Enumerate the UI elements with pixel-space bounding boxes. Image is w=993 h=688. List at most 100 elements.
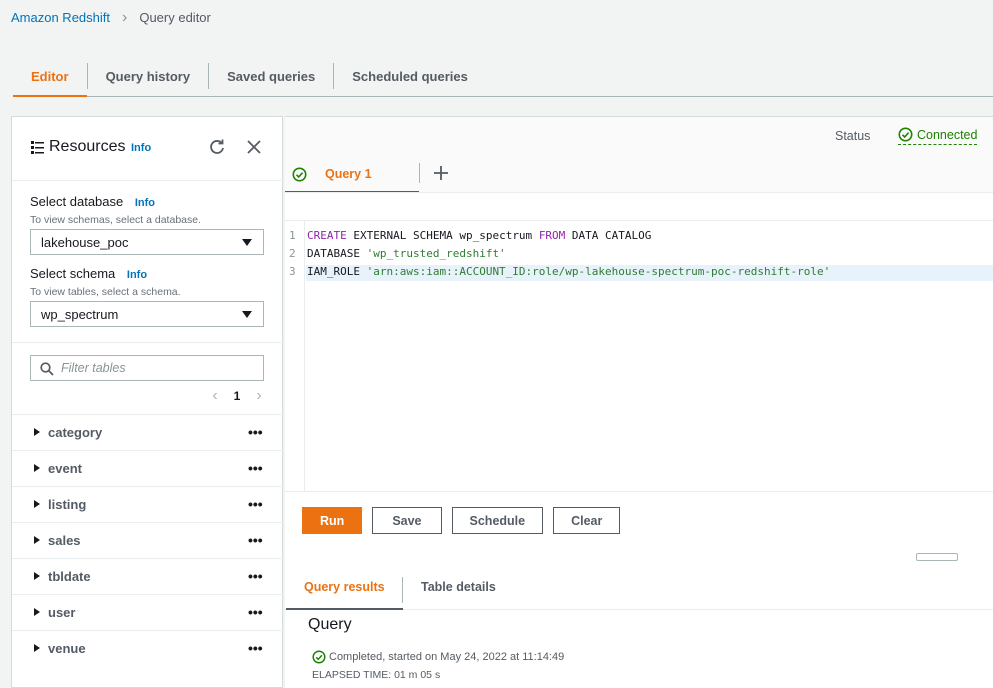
query-tabs: Query 1 [285, 155, 993, 193]
table-name: venue [48, 641, 86, 656]
caret-right-icon[interactable] [34, 644, 40, 652]
pagination: ‹ 1 › [208, 387, 278, 405]
clear-button[interactable]: Clear [553, 507, 621, 534]
list-icon [31, 141, 44, 154]
caret-right-icon[interactable] [34, 428, 40, 436]
caret-right-icon[interactable] [34, 536, 40, 544]
resources-header: Resources Info [12, 117, 284, 181]
caret-down-icon [242, 239, 252, 246]
more-options-icon[interactable]: ••• [248, 496, 263, 512]
result-title: Query [308, 616, 352, 633]
elapsed-time: ELAPSED TIME: 01 m 05 s [312, 669, 441, 681]
table-name: user [48, 605, 76, 620]
select-schema-label: Select schema Info [30, 266, 147, 281]
database-select-value: lakehouse_poc [41, 234, 129, 250]
table-item-event[interactable]: event ••• [12, 450, 284, 486]
schedule-button[interactable]: Schedule [451, 507, 544, 534]
tab-table-details[interactable]: Table details [421, 565, 496, 609]
run-button[interactable]: Run [302, 507, 363, 534]
result-tabs: Query results Table details [285, 565, 993, 610]
code-line-1[interactable]: CREATE EXTERNAL SCHEMA wp_spectrum FROM … [307, 229, 651, 242]
caret-right-icon[interactable] [34, 608, 40, 616]
breadcrumb: Amazon Redshift › Query editor [11, 9, 211, 26]
tab-editor[interactable]: Editor [13, 56, 87, 97]
table-item-tbldate[interactable]: tbldate ••• [12, 558, 284, 594]
tab-saved-queries[interactable]: Saved queries [209, 56, 333, 96]
table-list: category ••• event ••• listing ••• sales… [12, 414, 284, 666]
connection-status-text: Connected [917, 127, 978, 142]
tab-query-history[interactable]: Query history [88, 56, 209, 96]
filter-tables-field[interactable] [30, 355, 264, 381]
more-options-icon[interactable]: ••• [248, 604, 263, 620]
table-item-venue[interactable]: venue ••• [12, 630, 284, 666]
more-options-icon[interactable]: ••• [248, 460, 263, 476]
tab-query-results[interactable]: Query results [286, 565, 403, 610]
table-name: event [48, 461, 82, 476]
connection-status[interactable]: Connected [898, 127, 978, 145]
check-circle-icon [312, 650, 326, 664]
more-options-icon[interactable]: ••• [248, 532, 263, 548]
chevron-left-icon[interactable]: ‹ [208, 387, 222, 405]
result-status-text: Completed, started on May 24, 2022 at 11… [329, 651, 565, 663]
database-hint: To view schemas, select a database. [30, 214, 202, 226]
result-status: Completed, started on May 24, 2022 at 11… [312, 650, 564, 664]
resources-title: Resources [49, 138, 126, 155]
caret-right-icon[interactable] [34, 500, 40, 508]
tab-scheduled-queries[interactable]: Scheduled queries [334, 56, 486, 96]
editor-panel: Status Connected Query 1 1 2 3 CREATE EX… [285, 116, 993, 688]
tab-query-1[interactable]: Query 1 [285, 155, 419, 192]
close-icon[interactable] [244, 137, 264, 157]
schema-hint: To view tables, select a schema. [30, 286, 181, 298]
sql-editor[interactable]: 1 2 3 CREATE EXTERNAL SCHEMA wp_spectrum… [285, 220, 993, 492]
line-number-gutter: 1 2 3 [285, 221, 305, 491]
more-options-icon[interactable]: ••• [248, 424, 263, 440]
caret-down-icon [242, 311, 252, 318]
resize-handle[interactable] [916, 553, 958, 561]
line-number: 2 [289, 247, 296, 260]
table-item-user[interactable]: user ••• [12, 594, 284, 630]
caret-right-icon[interactable] [34, 464, 40, 472]
editor-actions: Run Save Schedule Clear [302, 507, 630, 534]
search-icon [40, 362, 54, 376]
chevron-right-icon: › [122, 9, 128, 26]
tab-divider [402, 577, 403, 603]
database-select[interactable]: lakehouse_poc [30, 229, 264, 255]
page-number[interactable]: 1 [222, 389, 252, 403]
line-number: 1 [289, 229, 296, 242]
code-line-3[interactable]: IAM_ROLE 'arn:aws:iam::ACCOUNT_ID:role/w… [306, 265, 993, 281]
table-name: category [48, 425, 103, 440]
add-tab-icon[interactable] [431, 163, 451, 183]
more-options-icon[interactable]: ••• [248, 640, 263, 656]
select-database-label-text: Select database [30, 194, 124, 209]
table-name: sales [48, 533, 81, 548]
tab-divider [419, 163, 420, 183]
query-tab-label: Query 1 [325, 167, 372, 181]
line-number: 3 [289, 265, 296, 278]
resources-info-link[interactable]: Info [131, 142, 151, 154]
breadcrumb-current: Query editor [139, 10, 211, 25]
chevron-right-icon[interactable]: › [252, 387, 266, 405]
schema-select[interactable]: wp_spectrum [30, 301, 264, 327]
select-schema-label-text: Select schema [30, 266, 116, 281]
select-database-label: Select database Info [30, 194, 155, 209]
status-bar: Status Connected [285, 117, 993, 155]
status-label: Status [835, 129, 871, 143]
table-name: tbldate [48, 569, 91, 584]
table-item-category[interactable]: category ••• [12, 414, 284, 450]
save-button[interactable]: Save [372, 507, 442, 534]
code-line-2[interactable]: DATABASE 'wp_trusted_redshift' [307, 247, 506, 260]
main-tabs: Editor Query history Saved queries Sched… [13, 56, 993, 97]
table-item-listing[interactable]: listing ••• [12, 486, 284, 522]
check-circle-icon [292, 167, 307, 182]
table-name: listing [48, 497, 87, 512]
breadcrumb-amazon-redshift-link[interactable]: Amazon Redshift [11, 10, 110, 25]
table-item-sales[interactable]: sales ••• [12, 522, 284, 558]
divider [12, 342, 284, 343]
database-info-link[interactable]: Info [135, 197, 155, 209]
more-options-icon[interactable]: ••• [248, 568, 263, 584]
caret-right-icon[interactable] [34, 572, 40, 580]
filter-tables-input[interactable] [61, 360, 256, 376]
schema-info-link[interactable]: Info [127, 269, 147, 281]
resources-panel: Resources Info Select database Info To v… [11, 116, 284, 688]
refresh-icon[interactable] [207, 137, 227, 157]
